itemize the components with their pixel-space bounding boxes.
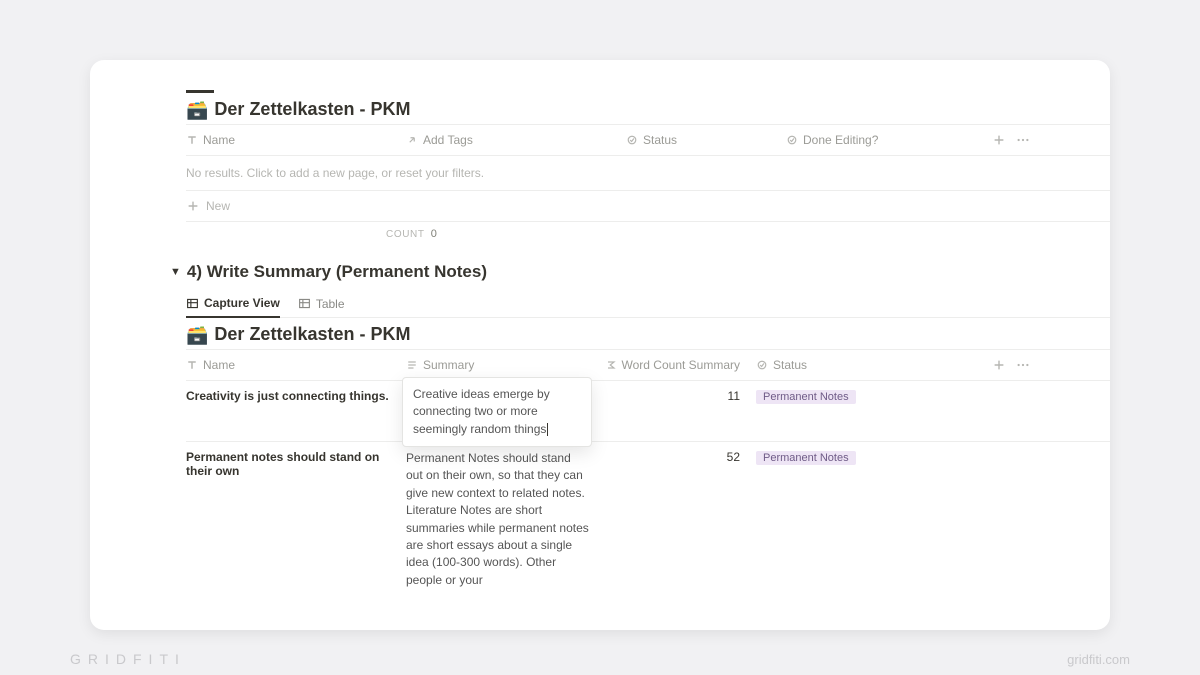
cell-status[interactable]: Permanent Notes: [756, 442, 926, 473]
cell-name[interactable]: Creativity is just connecting things.: [186, 381, 406, 411]
new-label: New: [206, 199, 230, 213]
database-title[interactable]: 🗃️ Der Zettelkasten - PKM: [186, 324, 1110, 345]
drag-handle[interactable]: [186, 90, 214, 93]
tab-capture-view[interactable]: Capture View: [186, 290, 280, 318]
table-row[interactable]: Permanent notes should stand on their ow…: [186, 442, 1110, 597]
column-label: Name: [203, 133, 235, 147]
cell-edit-popover[interactable]: Creative ideas emerge by connecting two …: [402, 377, 592, 447]
brand-url: gridfiti.com: [1067, 652, 1130, 667]
cell-status[interactable]: Permanent Notes: [756, 381, 926, 412]
page-title: Creativity is just connecting things.: [186, 389, 389, 403]
new-row-button[interactable]: New: [186, 191, 1110, 222]
tab-label: Table: [316, 297, 345, 311]
summary-text: Creative ideas emerge by connecting two …: [413, 387, 550, 436]
select-icon: [756, 359, 768, 371]
count-label: COUNT: [386, 229, 424, 240]
status-badge: Permanent Notes: [756, 451, 856, 465]
cell-summary[interactable]: Creative ideas emerge by connecting two …: [406, 381, 596, 441]
column-word-count[interactable]: Word Count Summary: [596, 358, 756, 372]
column-summary[interactable]: Summary: [406, 358, 596, 372]
notion-card: 🗃️ Der Zettelkasten - PKM Name Add Tags …: [90, 60, 1110, 630]
toggle-triangle-icon[interactable]: ▼: [170, 266, 181, 278]
page-title: Permanent notes should stand on their ow…: [186, 450, 379, 478]
column-actions: [992, 358, 1030, 372]
page-icon: 🗃️: [186, 326, 208, 344]
database-title-text: Der Zettelkasten - PKM: [214, 99, 410, 120]
column-label: Name: [203, 358, 235, 372]
more-icon[interactable]: [1016, 133, 1030, 147]
select-icon: [786, 134, 798, 146]
add-column-icon[interactable]: [992, 133, 1006, 147]
empty-state[interactable]: No results. Click to add a new page, or …: [186, 156, 1110, 191]
column-done-editing[interactable]: Done Editing?: [786, 133, 946, 147]
column-status[interactable]: Status: [626, 133, 786, 147]
count-row: COUNT 0: [186, 222, 1110, 258]
column-name[interactable]: Name: [186, 358, 406, 372]
column-label: Word Count Summary: [622, 358, 740, 372]
column-header-row: Name Add Tags Status Done Editing?: [186, 124, 1110, 156]
column-header-row: Name Summary Word Count Summary Status: [186, 349, 1110, 381]
column-label: Done Editing?: [803, 133, 878, 147]
status-badge: Permanent Notes: [756, 390, 856, 404]
tab-label: Capture View: [204, 296, 280, 310]
column-add-tags[interactable]: Add Tags: [406, 133, 626, 147]
formula-icon: [605, 359, 617, 371]
relation-icon: [406, 134, 418, 146]
cell-word-count: 11: [596, 381, 756, 411]
count-value: 0: [431, 228, 437, 240]
view-tabs: Capture View Table: [186, 290, 1110, 318]
database-title[interactable]: 🗃️ Der Zettelkasten - PKM: [186, 99, 1110, 120]
database-title-text: Der Zettelkasten - PKM: [214, 324, 410, 345]
column-name[interactable]: Name: [186, 133, 406, 147]
column-label: Add Tags: [423, 133, 473, 147]
brand-watermark: GRIDFITI: [70, 651, 186, 667]
column-label: Status: [643, 133, 677, 147]
more-icon[interactable]: [1016, 358, 1030, 372]
cell-word-count: 52: [596, 442, 756, 472]
text-icon: [186, 134, 198, 146]
column-status[interactable]: Status: [756, 358, 926, 372]
add-column-icon[interactable]: [992, 358, 1006, 372]
table-icon: [186, 297, 199, 310]
column-actions: [992, 133, 1030, 147]
table-icon: [298, 297, 311, 310]
toggle-heading[interactable]: ▼ 4) Write Summary (Permanent Notes): [170, 262, 1110, 282]
cell-name[interactable]: Permanent notes should stand on their ow…: [186, 442, 406, 486]
text-icon: [406, 359, 418, 371]
plus-icon: [186, 199, 200, 213]
column-label: Status: [773, 358, 807, 372]
tab-table[interactable]: Table: [298, 291, 345, 317]
page-icon: 🗃️: [186, 101, 208, 119]
cell-summary[interactable]: Permanent Notes should stand out on thei…: [406, 442, 596, 597]
text-icon: [186, 359, 198, 371]
table-row[interactable]: Creativity is just connecting things. Cr…: [186, 381, 1110, 442]
column-label: Summary: [423, 358, 474, 372]
select-icon: [626, 134, 638, 146]
heading-text: 4) Write Summary (Permanent Notes): [187, 262, 487, 282]
